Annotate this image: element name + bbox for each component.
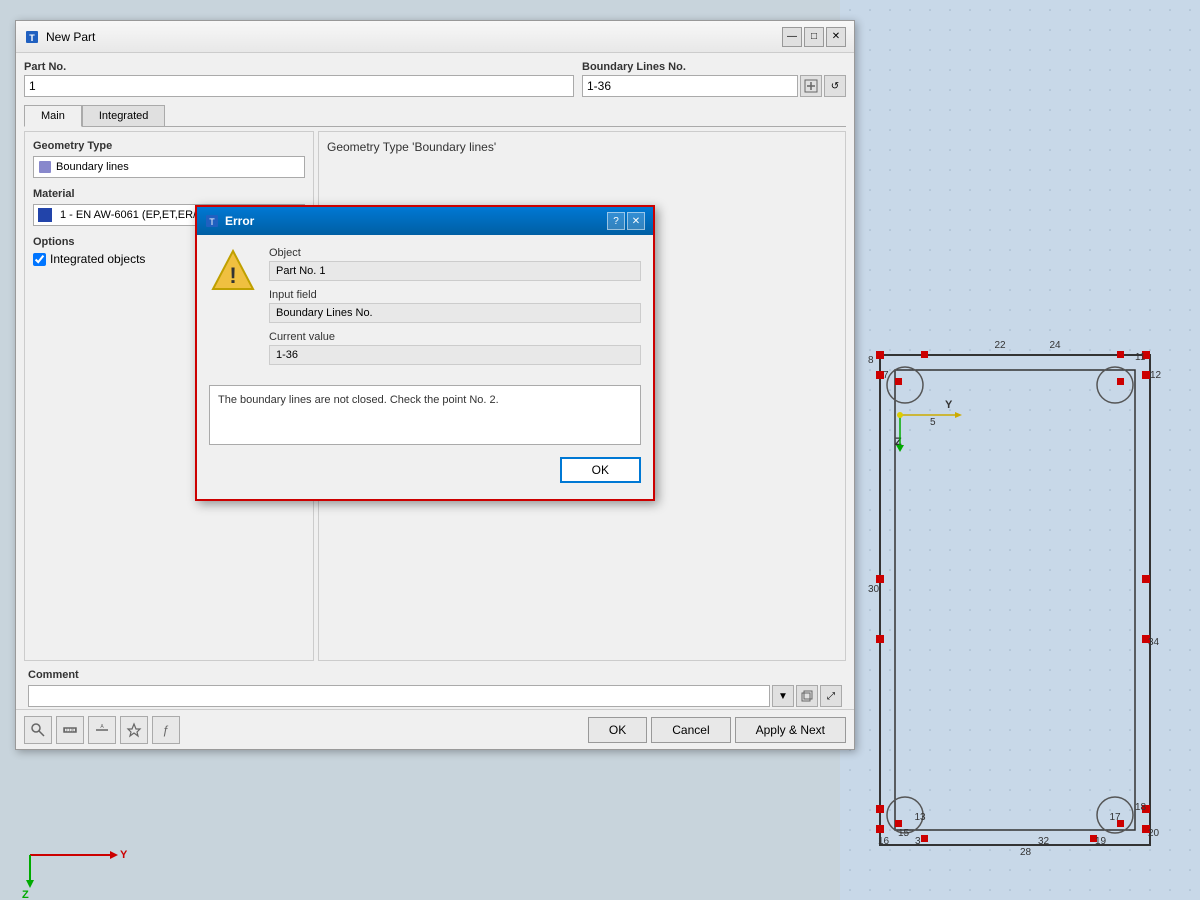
boundary-lines-input[interactable]	[582, 75, 798, 97]
part-no-group: Part No.	[24, 61, 574, 97]
dialog-title-bar: T New Part — □ ✕	[16, 21, 854, 53]
comment-area: Comment ▼ ⤢	[24, 665, 846, 711]
svg-text:!: !	[229, 263, 236, 288]
bottom-toolbar: 0.00 A ƒ OK Cancel Apply & Next	[16, 709, 854, 749]
error-fields: Object Part No. 1 Input field Boundary L…	[269, 247, 641, 373]
comment-copy-btn[interactable]	[796, 685, 818, 707]
integrated-objects-label: Integrated objects	[50, 252, 145, 266]
svg-text:8: 8	[868, 355, 874, 366]
error-close-button[interactable]: ✕	[627, 212, 645, 230]
error-ok-row: OK	[209, 457, 641, 487]
pin-tool-btn[interactable]	[120, 716, 148, 744]
object-value: Part No. 1	[269, 261, 641, 281]
svg-text:T: T	[209, 217, 215, 227]
dimension-tool-btn[interactable]: A	[88, 716, 116, 744]
error-body: ! Object Part No. 1 Input field Boundary…	[197, 235, 653, 499]
cancel-button[interactable]: Cancel	[651, 717, 730, 743]
error-title-buttons: ? ✕	[607, 212, 645, 230]
svg-text:A: A	[100, 724, 104, 730]
close-button[interactable]: ✕	[826, 27, 846, 47]
svg-text:20: 20	[1148, 828, 1160, 839]
warning-icon: !	[209, 247, 257, 295]
ok-button[interactable]: OK	[588, 717, 647, 743]
title-buttons: — □ ✕	[782, 27, 846, 47]
error-title-bar: T Error ? ✕	[197, 207, 653, 235]
error-ok-button[interactable]: OK	[560, 457, 641, 483]
svg-text:13: 13	[914, 812, 926, 823]
toolbar-icons: 0.00 A ƒ	[24, 716, 180, 744]
error-dialog-icon: T	[205, 214, 219, 228]
svg-text:12: 12	[1150, 370, 1162, 381]
svg-text:3: 3	[915, 836, 921, 847]
measure-tool-btn[interactable]: 0.00	[56, 716, 84, 744]
svg-text:16: 16	[878, 836, 890, 847]
comment-input[interactable]	[28, 685, 770, 707]
comment-expand-btn[interactable]: ⤢	[820, 685, 842, 707]
search-tool-btn[interactable]	[24, 716, 52, 744]
app-icon: T	[24, 29, 40, 45]
maximize-button[interactable]: □	[804, 27, 824, 47]
current-value-label: Current value	[269, 331, 641, 343]
svg-text:18: 18	[1135, 802, 1147, 813]
tab-main[interactable]: Main	[24, 105, 82, 127]
apply-next-button[interactable]: Apply & Next	[735, 717, 846, 743]
svg-text:30: 30	[868, 584, 880, 595]
svg-text:22: 22	[994, 340, 1006, 351]
formula-tool-btn[interactable]: ƒ	[152, 716, 180, 744]
svg-text:T: T	[29, 33, 35, 43]
svg-text:ƒ: ƒ	[163, 723, 170, 737]
input-field-value: Boundary Lines No.	[269, 303, 641, 323]
material-label: Material	[33, 188, 305, 200]
geometry-type-label: Geometry Type	[33, 140, 305, 152]
svg-text:7: 7	[883, 370, 889, 381]
svg-text:Y: Y	[945, 399, 953, 411]
title-bar-left: T New Part	[24, 29, 95, 45]
boundary-lines-label: Boundary Lines No.	[582, 61, 846, 73]
minimize-button[interactable]: —	[782, 27, 802, 47]
svg-text:Z: Z	[22, 889, 29, 900]
svg-text:24: 24	[1049, 340, 1061, 351]
svg-text:19: 19	[1095, 836, 1107, 847]
svg-text:32: 32	[1038, 836, 1050, 847]
comment-dropdown-btn[interactable]: ▼	[772, 685, 794, 707]
right-panel-text: Geometry Type 'Boundary lines'	[327, 140, 837, 154]
dialog-title: New Part	[46, 30, 95, 44]
error-message-box: The boundary lines are not closed. Check…	[209, 385, 641, 445]
select-lines-button[interactable]	[800, 75, 822, 97]
error-message-text: The boundary lines are not closed. Check…	[218, 394, 499, 406]
svg-text:11: 11	[1135, 352, 1146, 363]
svg-text:0.00: 0.00	[64, 728, 76, 734]
error-title-text: Error	[225, 214, 254, 228]
current-value: 1-36	[269, 345, 641, 365]
comment-input-row: ▼ ⤢	[28, 685, 842, 707]
top-fields-row: Part No. Boundary Lines No. ↺	[24, 61, 846, 97]
svg-text:15: 15	[898, 828, 910, 839]
error-top-row: ! Object Part No. 1 Input field Boundary…	[209, 247, 641, 373]
tab-integrated[interactable]: Integrated	[82, 105, 166, 126]
part-no-label: Part No.	[24, 61, 574, 73]
svg-text:17: 17	[1109, 812, 1121, 823]
dialog-buttons: OK Cancel Apply & Next	[588, 717, 846, 743]
refresh-button[interactable]: ↺	[824, 75, 846, 97]
input-field-label: Input field	[269, 289, 641, 301]
object-label: Object	[269, 247, 641, 259]
boundary-input-row: ↺	[582, 75, 846, 97]
tabs-row: Main Integrated	[24, 105, 846, 127]
svg-text:28: 28	[1020, 847, 1032, 858]
svg-text:5: 5	[930, 417, 936, 428]
error-dialog: T Error ? ✕ ! Object Part No. 1 Input fi…	[195, 205, 655, 501]
comment-label: Comment	[28, 669, 842, 681]
geometry-type-value: Boundary lines	[33, 156, 305, 178]
error-help-button[interactable]: ?	[607, 212, 625, 230]
boundary-group: Boundary Lines No. ↺	[582, 61, 846, 97]
geometry-icon	[38, 160, 52, 174]
part-no-input[interactable]	[24, 75, 574, 97]
svg-text:Y: Y	[120, 849, 128, 861]
integrated-objects-checkbox[interactable]	[33, 253, 46, 266]
material-color-swatch	[38, 208, 52, 222]
svg-text:34: 34	[1148, 637, 1160, 648]
